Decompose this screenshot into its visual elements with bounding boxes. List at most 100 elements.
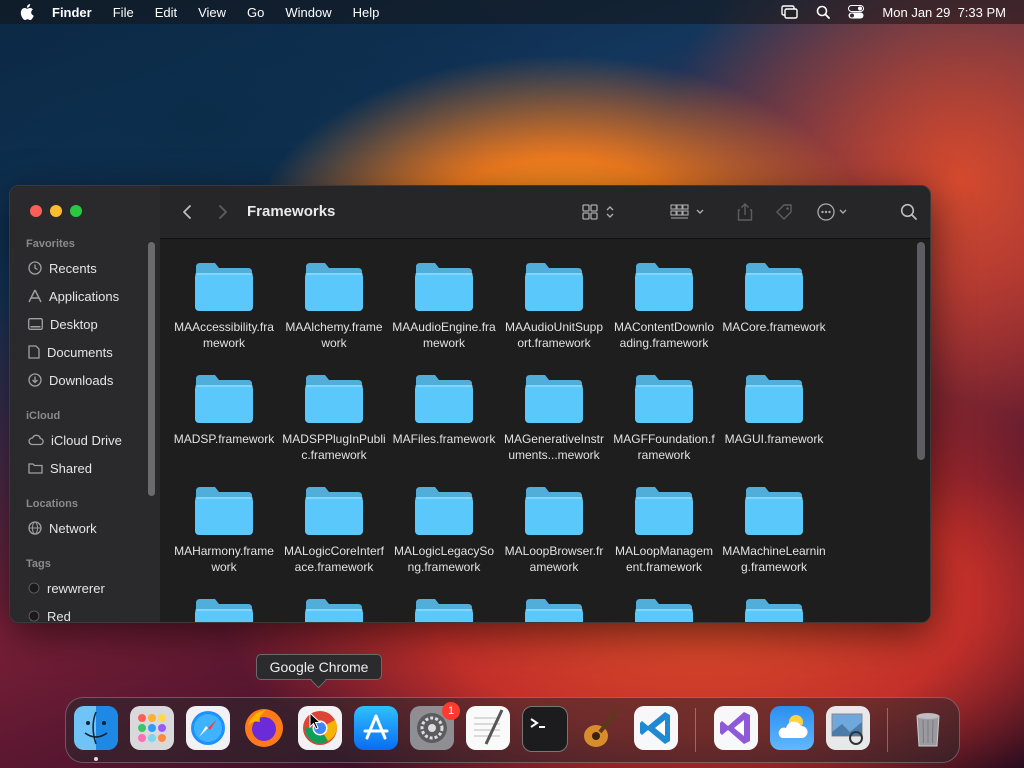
menu-go[interactable]: Go bbox=[247, 5, 264, 20]
dock-textedit[interactable] bbox=[466, 706, 510, 750]
folder-name: MAGFFoundation.framework bbox=[613, 432, 715, 462]
folder-item[interactable]: MALoopBrowser.framework bbox=[499, 483, 609, 575]
menu-edit[interactable]: Edit bbox=[155, 5, 177, 20]
folder-item[interactable]: MAAccessibility.framework bbox=[169, 259, 279, 351]
folder-item-partial[interactable] bbox=[719, 595, 829, 622]
globe-icon bbox=[28, 521, 42, 535]
dock-garageband[interactable] bbox=[578, 706, 622, 750]
minimize-window-button[interactable] bbox=[50, 205, 62, 217]
sidebar-item-documents[interactable]: Documents bbox=[28, 341, 113, 363]
folder-name: MAAccessibility.framework bbox=[174, 320, 274, 350]
dock-launchpad[interactable] bbox=[130, 706, 174, 750]
dock-terminal[interactable] bbox=[522, 706, 568, 752]
folder-icon bbox=[719, 259, 829, 313]
spotlight-search-icon[interactable] bbox=[816, 5, 831, 19]
sidebar-item-tag-rewwrerer[interactable]: rewwrerer bbox=[28, 577, 105, 599]
folder-name: MAMachineLearning.framework bbox=[722, 544, 826, 574]
view-mode-button[interactable] bbox=[582, 200, 618, 224]
menu-view[interactable]: View bbox=[198, 5, 226, 20]
folder-icon bbox=[169, 483, 279, 537]
folder-name: MALoopBrowser.framework bbox=[504, 544, 604, 574]
control-center-icon[interactable] bbox=[848, 5, 865, 19]
dock-app-store[interactable] bbox=[354, 706, 398, 750]
dock-finder[interactable] bbox=[74, 706, 118, 750]
dock-trash[interactable] bbox=[906, 706, 950, 750]
folder-item[interactable]: MALoopManagement.framework bbox=[609, 483, 719, 575]
folder-item-partial[interactable] bbox=[499, 595, 609, 622]
dock-system-settings[interactable]: 1 bbox=[410, 702, 460, 750]
sidebar-item-label: Red bbox=[47, 608, 71, 623]
folder-icon bbox=[609, 595, 719, 622]
folder-item[interactable]: MAGenerativeInstruments...mework bbox=[499, 371, 609, 463]
sidebar-header-favorites: Favorites bbox=[26, 238, 75, 250]
folder-item[interactable]: MAGFFoundation.framework bbox=[609, 371, 719, 463]
sidebar-item-shared[interactable]: Shared bbox=[28, 457, 92, 479]
content-scrollbar[interactable] bbox=[917, 242, 925, 460]
sidebar-item-label: Shared bbox=[50, 460, 92, 476]
download-icon bbox=[28, 373, 42, 387]
folder-item[interactable]: MAContentDownloading.framework bbox=[609, 259, 719, 351]
folder-item[interactable]: MADSP.framework bbox=[169, 371, 279, 447]
more-actions-button[interactable] bbox=[816, 200, 852, 224]
menu-help[interactable]: Help bbox=[353, 5, 380, 20]
folder-item[interactable]: MAHarmony.framework bbox=[169, 483, 279, 575]
folder-item[interactable]: MAFiles.framework bbox=[389, 371, 499, 447]
folder-item[interactable]: MACore.framework bbox=[719, 259, 829, 335]
folder-item[interactable]: MAAudioEngine.framework bbox=[389, 259, 499, 351]
folder-item[interactable]: MAMachineLearning.framework bbox=[719, 483, 829, 575]
sidebar-item-downloads[interactable]: Downloads bbox=[28, 369, 113, 391]
dock-visual-studio-code[interactable] bbox=[634, 706, 678, 750]
folder-icon bbox=[719, 371, 829, 425]
folder-icon bbox=[389, 371, 499, 425]
folder-item[interactable]: MALogicLegacySong.framework bbox=[389, 483, 499, 575]
folder-item[interactable]: MALogicCoreInterface.framework bbox=[279, 483, 389, 575]
folder-item-partial[interactable] bbox=[279, 595, 389, 622]
menu-file[interactable]: File bbox=[113, 5, 134, 20]
menu-clock[interactable]: Mon Jan 29 7:33 PM bbox=[882, 5, 1006, 20]
back-button[interactable] bbox=[180, 200, 194, 224]
sidebar-item-network[interactable]: Network bbox=[28, 517, 97, 539]
share-button[interactable] bbox=[736, 200, 754, 224]
folder-item[interactable]: MAGUI.framework bbox=[719, 371, 829, 447]
file-grid: MAAccessibility.framework MAAlchemy.frame… bbox=[160, 239, 930, 622]
zoom-window-button[interactable] bbox=[70, 205, 82, 217]
sidebar-item-label: Applications bbox=[49, 288, 120, 304]
screen-mirroring-icon[interactable] bbox=[781, 5, 799, 19]
finder-toolbar: Frameworks bbox=[160, 186, 930, 239]
close-window-button[interactable] bbox=[30, 205, 42, 217]
dock-weather[interactable] bbox=[770, 706, 814, 750]
dock-preview[interactable] bbox=[826, 706, 870, 750]
folder-item[interactable]: MAAlchemy.framework bbox=[279, 259, 389, 351]
folder-item-partial[interactable] bbox=[169, 595, 279, 622]
sidebar-item-recents[interactable]: Recents bbox=[28, 257, 97, 279]
sidebar-item-label: iCloud Drive bbox=[51, 432, 122, 448]
search-icon[interactable] bbox=[900, 200, 918, 224]
dock-separator bbox=[887, 708, 888, 752]
folder-icon bbox=[389, 259, 499, 313]
finder-sidebar: Favorites Recents Applications Desktop D… bbox=[10, 186, 161, 622]
folder-item-partial[interactable] bbox=[389, 595, 499, 622]
apple-menu-icon[interactable] bbox=[20, 4, 34, 20]
group-by-button[interactable] bbox=[670, 200, 708, 224]
dock-safari[interactable] bbox=[186, 706, 230, 750]
dock-visual-studio[interactable] bbox=[714, 706, 758, 750]
sidebar-item-tag-red[interactable]: Red bbox=[28, 605, 71, 623]
folder-icon bbox=[609, 259, 719, 313]
folder-item[interactable]: MADSPPlugInPublic.framework bbox=[279, 371, 389, 463]
sidebar-item-desktop[interactable]: Desktop bbox=[28, 313, 98, 335]
menu-window[interactable]: Window bbox=[285, 5, 331, 20]
folder-icon bbox=[279, 595, 389, 622]
tag-button[interactable] bbox=[774, 200, 794, 224]
forward-button[interactable] bbox=[216, 200, 230, 224]
folder-name: MAAlchemy.framework bbox=[285, 320, 383, 350]
folder-item[interactable]: MAAudioUnitSupport.framework bbox=[499, 259, 609, 351]
cloud-icon bbox=[28, 434, 44, 446]
menu-app-name[interactable]: Finder bbox=[52, 5, 92, 20]
folder-name: MADSPPlugInPublic.framework bbox=[282, 432, 386, 462]
document-icon bbox=[28, 345, 40, 359]
folder-item-partial[interactable] bbox=[609, 595, 719, 622]
sidebar-scrollbar[interactable] bbox=[148, 242, 155, 496]
dock-firefox[interactable] bbox=[242, 706, 286, 750]
sidebar-item-applications[interactable]: Applications bbox=[28, 285, 119, 307]
sidebar-item-icloud-drive[interactable]: iCloud Drive bbox=[28, 429, 122, 451]
